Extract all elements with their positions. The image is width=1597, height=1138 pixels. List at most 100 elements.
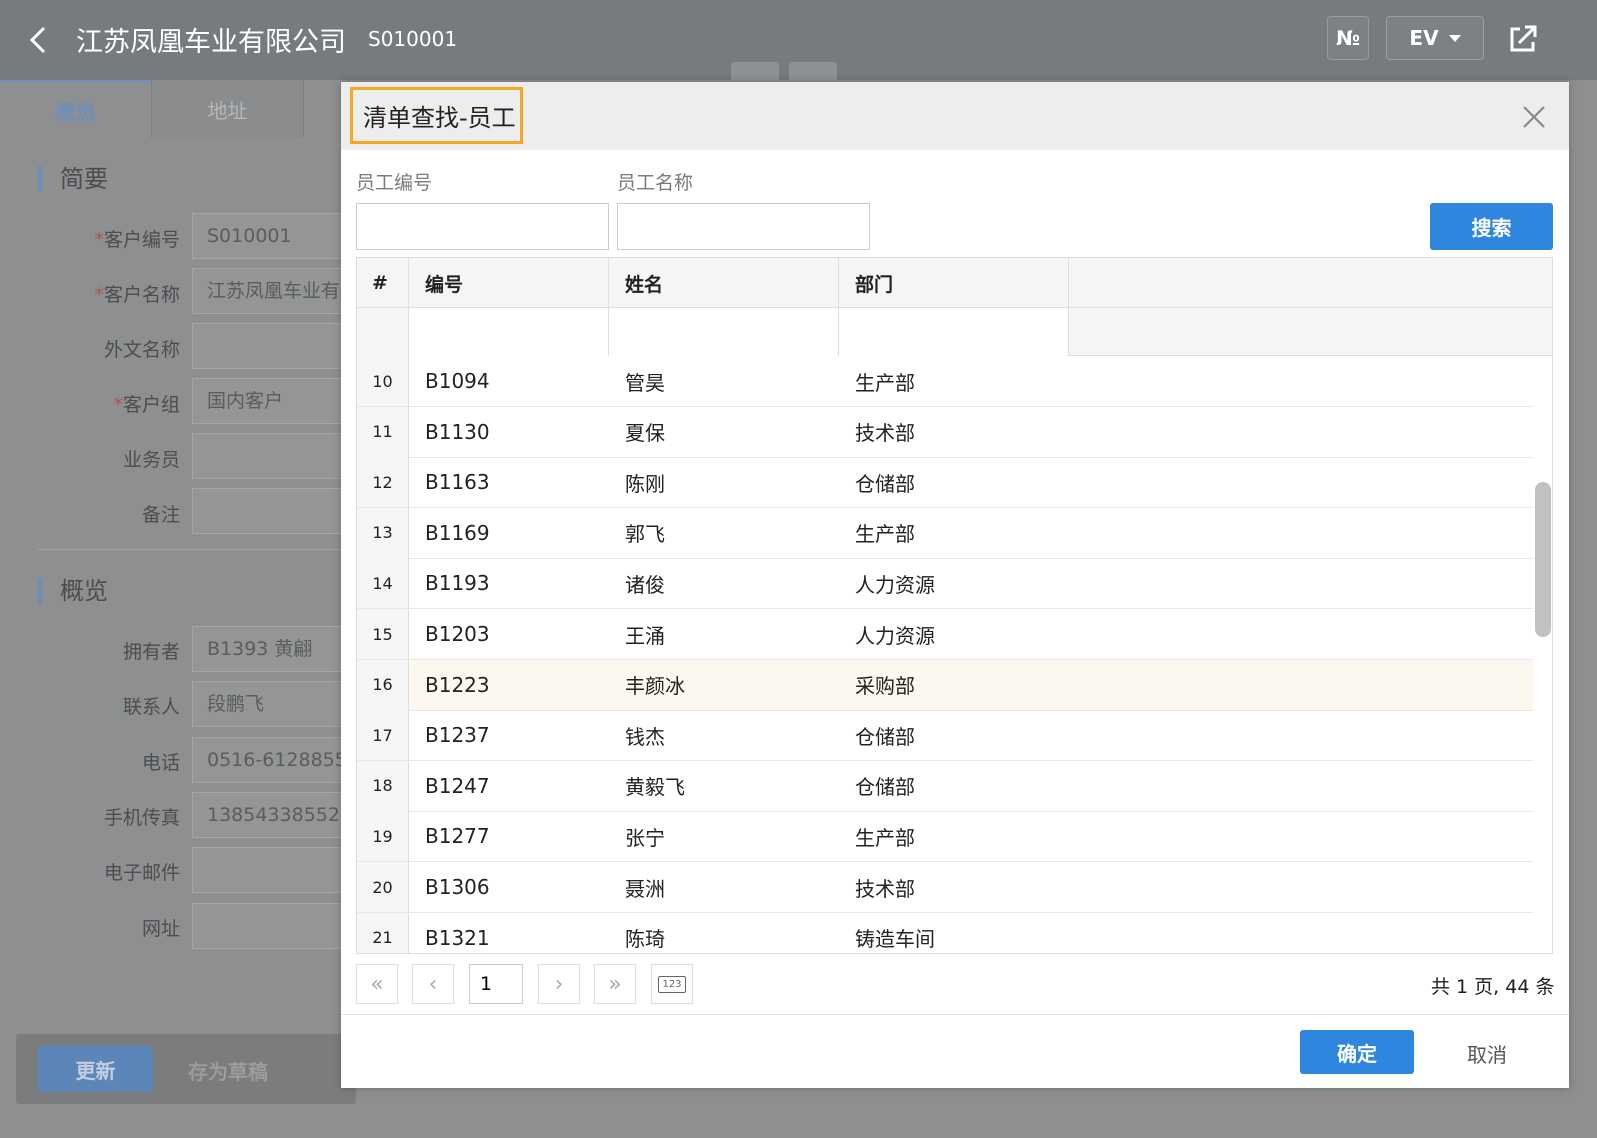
page-tabs: 概览 地址 xyxy=(0,80,304,138)
row-dept: 技术部 xyxy=(855,876,915,901)
row-code: B1163 xyxy=(425,470,490,495)
back-button[interactable] xyxy=(24,22,54,58)
row-name: 管昊 xyxy=(625,370,665,395)
close-button[interactable] xyxy=(1521,104,1547,130)
number-button[interactable]: № xyxy=(1327,16,1369,60)
phone-input[interactable]: 0516-61288558 xyxy=(192,737,352,783)
customer-group-input[interactable]: 国内客户 xyxy=(192,378,352,424)
field-label-text: 外文名称 xyxy=(103,339,180,361)
emp-code-label: 员工编号 xyxy=(356,172,433,194)
field-label-mobile-fax: 手机传真 xyxy=(103,807,180,829)
row-name: 聂洲 xyxy=(625,876,665,901)
filter-cell-name[interactable] xyxy=(609,308,839,356)
tab-overview[interactable]: 概览 xyxy=(0,80,152,138)
section-overview-title: 概览 xyxy=(38,578,108,604)
customer-code: S010001 xyxy=(368,27,458,51)
row-index: 11 xyxy=(357,406,409,457)
remark-input[interactable] xyxy=(192,488,352,534)
row-index: 14 xyxy=(357,558,409,609)
field-label-text: 客户编号 xyxy=(103,229,180,251)
table-row[interactable]: 17 B1237 钱杰 仓储部 xyxy=(357,710,1533,762)
email-input[interactable] xyxy=(192,847,352,893)
filter-cell-dept[interactable] xyxy=(839,308,1069,356)
goto-page-button[interactable]: 123 xyxy=(651,964,693,1004)
field-label-phone: 电话 xyxy=(141,752,180,774)
table-row[interactable]: 11 B1130 夏保 技术部 xyxy=(357,406,1533,458)
scrollbar-thumb[interactable] xyxy=(1535,482,1551,637)
first-page-button[interactable]: « xyxy=(356,964,398,1004)
emp-name-input[interactable] xyxy=(617,203,870,250)
table-row[interactable]: 15 B1203 王涌 人力资源 xyxy=(357,609,1533,660)
save-draft-button[interactable]: 存为草稿 xyxy=(188,1056,268,1085)
table-row[interactable]: 18 B1247 黄毅飞 仓储部 xyxy=(357,760,1533,812)
owner-input[interactable]: B1393 黄翩 xyxy=(192,626,352,672)
row-name: 郭飞 xyxy=(625,522,665,547)
row-index: 20 xyxy=(357,862,409,912)
emp-name-label: 员工名称 xyxy=(617,172,694,194)
dialog-header: 清单查找-员工 xyxy=(341,82,1569,150)
row-code: B1247 xyxy=(425,773,490,798)
share-button[interactable] xyxy=(1506,22,1540,56)
cancel-button[interactable]: 取消 xyxy=(1467,1039,1507,1068)
row-dept: 仓储部 xyxy=(855,724,915,749)
row-code: B1237 xyxy=(425,723,490,748)
field-label-owner: 拥有者 xyxy=(122,641,180,663)
update-button[interactable]: 更新 xyxy=(38,1046,153,1092)
row-dept: 生产部 xyxy=(855,825,915,850)
website-input[interactable] xyxy=(192,903,352,949)
row-dept: 人力资源 xyxy=(855,572,935,597)
prev-page-button[interactable]: ‹ xyxy=(412,964,454,1004)
number-icon: № xyxy=(1335,26,1361,50)
table-row[interactable]: 21 B1321 陈琦 铸造车间 xyxy=(357,912,1533,953)
customer-name-input[interactable]: 江苏凤凰车业有 xyxy=(192,268,352,314)
column-header-code[interactable]: 编号 xyxy=(409,258,609,308)
contact-input[interactable]: 段鹏飞 xyxy=(192,681,352,727)
salesperson-input[interactable] xyxy=(192,433,352,479)
row-name: 王涌 xyxy=(625,623,665,648)
column-header-index[interactable]: # xyxy=(357,258,409,308)
row-index: 18 xyxy=(357,760,409,811)
table-row[interactable]: 12 B1163 陈刚 仓储部 xyxy=(357,457,1533,509)
filter-cell-code[interactable] xyxy=(409,308,609,356)
field-label-customer-code: *客户编号 xyxy=(0,225,180,252)
row-name: 钱杰 xyxy=(625,724,665,749)
tab-address[interactable]: 地址 xyxy=(152,80,304,138)
row-code: B1193 xyxy=(425,571,490,596)
customer-code-input[interactable]: S010001 xyxy=(192,213,352,259)
close-icon xyxy=(1523,106,1545,128)
table-row[interactable]: 14 B1193 诸俊 人力资源 xyxy=(357,558,1533,610)
row-name: 夏保 xyxy=(625,421,665,446)
mobile-fax-input[interactable]: 13854338552 xyxy=(192,792,352,838)
required-mark: * xyxy=(113,394,123,416)
field-label-text: 备注 xyxy=(141,504,180,526)
row-code: B1130 xyxy=(425,419,490,444)
column-header-dept[interactable]: 部门 xyxy=(839,258,1069,308)
table-row[interactable]: 19 B1277 张宁 生产部 xyxy=(357,811,1533,863)
confirm-button[interactable]: 确定 xyxy=(1300,1030,1414,1074)
page-number-input[interactable] xyxy=(469,964,523,1004)
grid-filter-row xyxy=(357,308,1552,356)
row-index: 16 xyxy=(357,659,409,710)
last-page-button[interactable]: » xyxy=(594,964,636,1004)
field-label-foreign-name: 外文名称 xyxy=(0,335,180,362)
grid-body: 10 B1094 管昊 生产部 11 B1130 夏保 技术部 12 B1163 陈刚 仓储部 13 B1… xyxy=(357,356,1533,953)
table-row[interactable]: 16 B1223 丰颜冰 采购部 xyxy=(357,659,1533,711)
row-index: 19 xyxy=(357,811,409,862)
scrollbar-track[interactable] xyxy=(1533,356,1552,953)
column-header-name[interactable]: 姓名 xyxy=(609,258,839,308)
row-dept: 铸造车间 xyxy=(855,927,935,952)
table-row[interactable]: 20 B1306 聂洲 技术部 xyxy=(357,862,1533,913)
foreign-name-input[interactable] xyxy=(192,323,352,369)
row-code: B1306 xyxy=(425,875,490,899)
section-summary-title: 简要 xyxy=(38,166,108,192)
row-name: 丰颜冰 xyxy=(625,674,685,699)
row-dept: 采购部 xyxy=(855,674,915,699)
ev-dropdown[interactable]: EV xyxy=(1386,16,1484,60)
table-row[interactable]: 13 B1169 郭飞 生产部 xyxy=(357,507,1533,559)
chevron-left-icon xyxy=(29,26,46,54)
search-button[interactable]: 搜索 xyxy=(1430,203,1553,250)
emp-code-input[interactable] xyxy=(356,203,609,250)
next-page-button[interactable]: › xyxy=(538,964,580,1004)
row-name: 陈刚 xyxy=(625,471,665,496)
table-row[interactable]: 10 B1094 管昊 生产部 xyxy=(357,356,1533,407)
